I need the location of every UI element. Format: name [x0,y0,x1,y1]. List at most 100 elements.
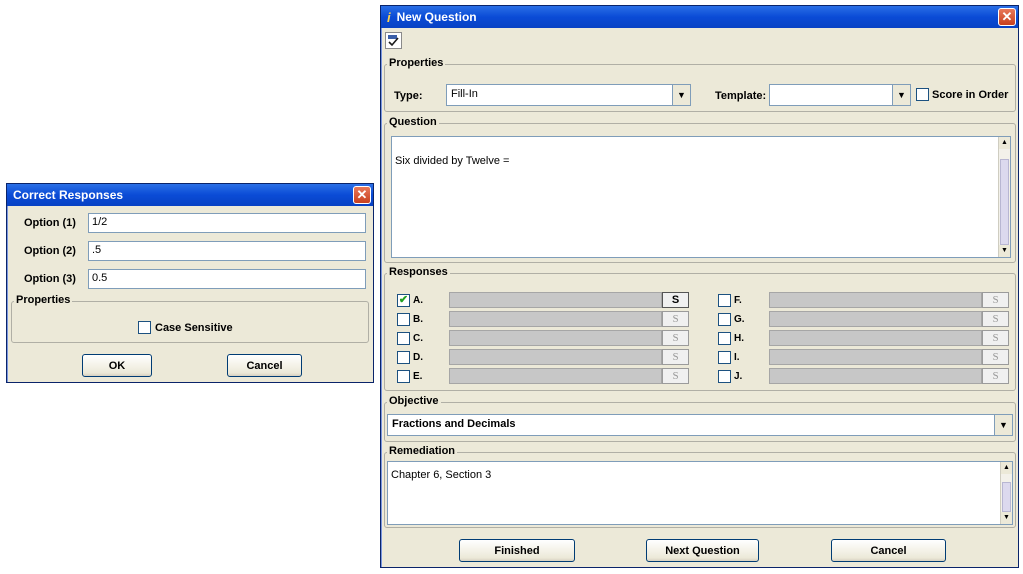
response-letter: I. [734,351,740,363]
case-sensitive-label: Case Sensitive [155,321,233,334]
checkbox-box[interactable]: ✔ [397,293,410,307]
scroll-thumb[interactable] [1000,159,1009,245]
cancel-button[interactable]: Cancel [831,539,946,562]
question-textarea[interactable]: Six divided by Twelve = ▲ ▼ [391,136,1011,258]
response-field-h[interactable] [769,330,982,346]
responses-group: Responses ✔ A. B. C. D. E. S S S S S F. … [384,266,1016,391]
checkbox-box[interactable] [397,350,410,364]
s-button-f[interactable]: S [982,292,1009,308]
finished-button[interactable]: Finished [459,539,575,562]
checkbox-box[interactable] [138,321,151,334]
properties-group: Properties Type: Fill-In ▼ Template: ▼ S… [384,57,1016,112]
type-select[interactable]: Fill-In ▼ [446,84,691,106]
response-field-i[interactable] [769,349,982,365]
response-field-j[interactable] [769,368,982,384]
response-field-b[interactable] [449,311,662,327]
response-row-e: E. [397,368,443,384]
question-text: Six divided by Twelve = [395,155,510,167]
scroll-up-icon[interactable]: ▲ [1001,462,1012,474]
type-label: Type: [394,90,423,102]
remediation-label: Remediation [387,445,458,457]
scroll-down-icon[interactable]: ▼ [999,245,1010,257]
response-letter: D. [413,351,423,363]
response-letter: H. [734,332,744,344]
chevron-down-icon[interactable]: ▼ [994,415,1012,435]
next-question-button[interactable]: Next Question [646,539,759,562]
properties-label: Properties [387,57,446,69]
s-button-h[interactable]: S [982,330,1009,346]
question-group: Question Six divided by Twelve = ▲ ▼ [384,116,1016,263]
s-button-e[interactable]: S [662,368,689,384]
score-in-order-label: Score in Order [932,88,1009,101]
response-field-a[interactable] [449,292,662,308]
s-button-b[interactable]: S [662,311,689,327]
template-select[interactable]: ▼ [769,84,911,106]
s-button-g[interactable]: S [982,311,1009,327]
s-button-d[interactable]: S [662,349,689,365]
responses-label: Responses [387,266,450,278]
checkbox-box[interactable] [397,331,410,345]
option-3-field[interactable]: 0.5 [88,269,366,289]
scroll-up-icon[interactable]: ▲ [999,137,1010,149]
checkbox-box[interactable] [397,312,410,326]
option-2-label: Option (2) [24,245,76,257]
correct-responses-titlebar[interactable]: Correct Responses ✕ [7,184,373,206]
remediation-textarea[interactable]: Chapter 6, Section 3 ▲ ▼ [387,461,1013,525]
option-1-field[interactable]: 1/2 [88,213,366,233]
response-row-f: F. [718,292,764,308]
type-value: Fill-In [451,88,478,100]
option-1-label: Option (1) [24,217,76,229]
s-button-j[interactable]: S [982,368,1009,384]
spellcheck-icon[interactable] [385,32,402,49]
checkbox-box[interactable] [718,312,731,326]
response-field-d[interactable] [449,349,662,365]
response-field-e[interactable] [449,368,662,384]
objective-select[interactable]: Fractions and Decimals ▼ [387,414,1013,436]
chevron-down-icon[interactable]: ▼ [672,85,690,105]
remediation-scrollbar[interactable]: ▲ ▼ [1000,462,1012,524]
properties-label: Properties [14,294,73,306]
s-button-c[interactable]: S [662,330,689,346]
properties-group: Properties Case Sensitive [11,294,369,343]
score-in-order-checkbox[interactable]: Score in Order [916,88,1008,101]
scroll-down-icon[interactable]: ▼ [1001,512,1012,524]
response-letter: C. [413,332,423,344]
ok-button[interactable]: OK [82,354,152,377]
response-row-b: B. [397,311,443,327]
response-letter: J. [734,370,743,382]
checkbox-box[interactable] [916,88,929,101]
checkbox-box[interactable] [718,331,731,345]
checkbox-box[interactable] [718,369,731,383]
cancel-button[interactable]: Cancel [227,354,302,377]
chevron-down-icon[interactable]: ▼ [892,85,910,105]
response-row-h: H. [718,330,764,346]
response-row-j: J. [718,368,764,384]
remediation-group: Remediation Chapter 6, Section 3 ▲ ▼ [384,445,1016,528]
response-row-a: ✔ A. [397,292,443,308]
s-button-a[interactable]: S [662,292,689,308]
remediation-text: Chapter 6, Section 3 [391,469,492,481]
option-3-label: Option (3) [24,273,76,285]
response-field-c[interactable] [449,330,662,346]
question-scrollbar[interactable]: ▲ ▼ [998,137,1010,257]
close-icon[interactable]: ✕ [353,186,371,204]
response-row-d: D. [397,349,443,365]
s-button-i[interactable]: S [982,349,1009,365]
checkbox-box[interactable] [718,293,731,307]
response-field-f[interactable] [769,292,982,308]
response-row-i: I. [718,349,764,365]
case-sensitive-checkbox[interactable]: Case Sensitive [138,321,233,334]
response-letter: G. [734,313,745,325]
new-question-titlebar[interactable]: i New Question ✕ [381,6,1018,28]
dialog-title: Correct Responses [13,188,124,202]
dialog-title: New Question [396,10,477,24]
option-2-field[interactable]: .5 [88,241,366,261]
checkbox-box[interactable] [718,350,731,364]
response-letter: B. [413,313,423,325]
checkbox-box[interactable] [397,369,410,383]
close-icon[interactable]: ✕ [998,8,1016,26]
scroll-thumb[interactable] [1002,482,1011,512]
response-row-g: G. [718,311,764,327]
response-field-g[interactable] [769,311,982,327]
new-question-dialog: i New Question ✕ Properties Type: Fill-I… [380,5,1019,568]
